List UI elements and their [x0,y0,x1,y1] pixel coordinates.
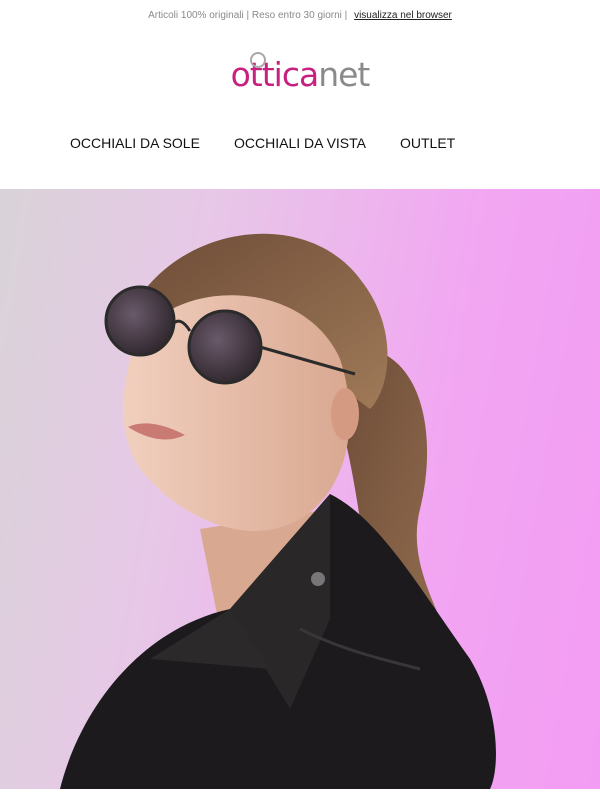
ear [331,388,359,440]
view-in-browser-link[interactable]: visualizza nel browser [354,10,452,21]
logo-text-net: net [318,55,370,94]
jacket-snap [311,572,325,586]
logo-text-ottica: ottica [230,55,320,94]
hero-banner[interactable] [0,189,600,789]
nav-item-outlet[interactable]: OUTLET [400,133,455,153]
otticanet-logo[interactable]: otticanet [0,48,600,108]
main-navigation: OCCHIALI DA SOLE OCCHIALI DA VISTA OUTLE… [0,133,600,155]
nav-item-occhiali-da-sole[interactable]: OCCHIALI DA SOLE [70,133,200,153]
hero-illustration [60,233,496,789]
preheader-bar: Articoli 100% originali | Reso entro 30 … [0,8,600,24]
preheader-tagline: Articoli 100% originali | Reso entro 30 … [148,10,348,21]
logo-ring-icon [249,52,266,68]
nav-item-occhiali-da-vista[interactable]: OCCHIALI DA VISTA [234,133,366,153]
